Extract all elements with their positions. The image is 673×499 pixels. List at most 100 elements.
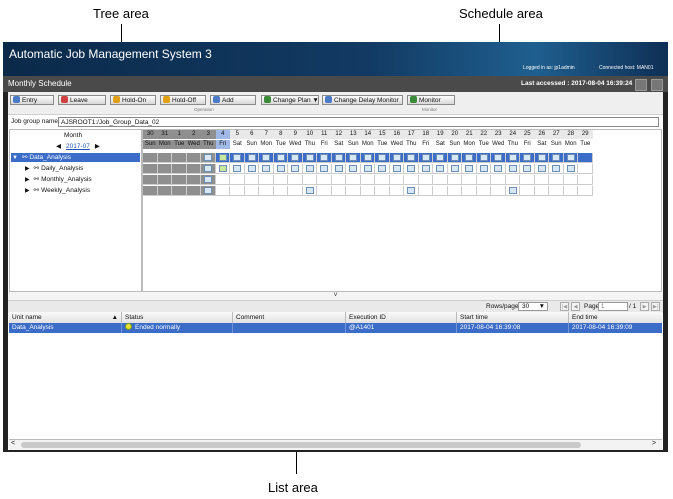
schedule-cell[interactable]	[462, 164, 477, 174]
schedule-cell[interactable]	[259, 164, 274, 174]
schedule-cell[interactable]	[288, 153, 303, 163]
schedule-cell[interactable]	[360, 186, 375, 196]
refresh-icon[interactable]	[635, 79, 647, 91]
schedule-cell[interactable]	[389, 164, 404, 174]
monitor-button[interactable]: Monitor	[407, 95, 455, 105]
schedule-mark[interactable]	[436, 165, 444, 172]
schedule-mark[interactable]	[204, 165, 212, 172]
schedule-mark[interactable]	[218, 165, 227, 172]
schedule-cell[interactable]	[491, 175, 506, 185]
schedule-cell[interactable]	[418, 164, 433, 174]
schedule-mark[interactable]	[204, 154, 212, 161]
schedule-cell[interactable]	[578, 186, 593, 196]
schedule-mark[interactable]	[291, 165, 299, 172]
schedule-cell[interactable]	[476, 175, 491, 185]
col-comment[interactable]: Comment	[233, 312, 346, 323]
schedule-mark[interactable]	[378, 154, 386, 161]
schedule-mark[interactable]	[334, 154, 343, 161]
schedule-mark[interactable]	[320, 165, 328, 172]
schedule-cell[interactable]	[433, 164, 448, 174]
schedule-cell[interactable]	[404, 164, 419, 174]
schedule-cell[interactable]	[172, 164, 187, 174]
expand-down-icon[interactable]: ▼	[12, 155, 18, 161]
schedule-cell[interactable]	[404, 175, 419, 185]
schedule-mark[interactable]	[349, 165, 357, 172]
hold-off-button[interactable]: Hold-Off	[160, 95, 206, 105]
schedule-cell[interactable]	[201, 186, 216, 196]
schedule-cell[interactable]	[157, 175, 172, 185]
schedule-cell[interactable]	[230, 164, 245, 174]
schedule-cell[interactable]	[186, 175, 201, 185]
schedule-mark[interactable]	[392, 154, 401, 161]
schedule-cell[interactable]	[505, 164, 520, 174]
tree-item[interactable]: ▼ ⚯ Data_Analysis	[11, 153, 140, 162]
schedule-mark[interactable]	[494, 165, 502, 172]
schedule-mark[interactable]	[363, 165, 372, 172]
schedule-mark[interactable]	[305, 154, 314, 161]
schedule-cell[interactable]	[476, 164, 491, 174]
change-plan-button[interactable]: Change Plan ▼	[261, 95, 319, 105]
schedule-cell[interactable]	[201, 175, 216, 185]
change-delay-monitor-button[interactable]: Change Delay Monitor	[322, 95, 403, 105]
schedule-mark[interactable]	[523, 154, 531, 161]
schedule-cell[interactable]	[317, 186, 332, 196]
schedule-cell[interactable]	[302, 164, 317, 174]
next-page-icon[interactable]: ▶	[640, 302, 649, 311]
prev-page-icon[interactable]: ◀	[571, 302, 580, 311]
tree-item[interactable]: ▶ ⚯ Monthly_Analysis	[11, 175, 140, 184]
schedule-cell[interactable]	[549, 164, 564, 174]
schedule-mark[interactable]	[465, 154, 473, 161]
schedule-cell[interactable]	[447, 164, 462, 174]
schedule-mark[interactable]	[450, 154, 459, 161]
schedule-cell[interactable]	[563, 186, 578, 196]
schedule-cell[interactable]	[462, 153, 477, 163]
tree-item[interactable]: ▶ ⚯ Daily_Analysis	[11, 164, 140, 173]
col-status[interactable]: Status	[122, 312, 233, 323]
schedule-cell[interactable]	[143, 186, 158, 196]
schedule-cell[interactable]	[215, 153, 230, 163]
schedule-mark[interactable]	[276, 165, 285, 172]
schedule-mark[interactable]	[378, 165, 386, 172]
schedule-cell[interactable]	[215, 186, 230, 196]
schedule-cell[interactable]	[505, 175, 520, 185]
schedule-cell[interactable]	[157, 153, 172, 163]
schedule-cell[interactable]	[375, 153, 390, 163]
schedule-mark[interactable]	[305, 187, 314, 194]
schedule-cell[interactable]	[244, 186, 259, 196]
schedule-cell[interactable]	[259, 186, 274, 196]
schedule-cell[interactable]	[433, 186, 448, 196]
schedule-mark[interactable]	[407, 154, 415, 161]
schedule-cell[interactable]	[534, 164, 549, 174]
schedule-cell[interactable]	[447, 175, 462, 185]
schedule-cell[interactable]	[375, 164, 390, 174]
schedule-cell[interactable]	[404, 153, 419, 163]
schedule-cell[interactable]	[476, 186, 491, 196]
schedule-cell[interactable]	[302, 186, 317, 196]
schedule-mark[interactable]	[204, 176, 212, 183]
schedule-cell[interactable]	[360, 153, 375, 163]
schedule-cell[interactable]	[302, 153, 317, 163]
schedule-mark[interactable]	[479, 165, 488, 172]
schedule-cell[interactable]	[360, 175, 375, 185]
schedule-mark[interactable]	[320, 154, 328, 161]
hold-on-button[interactable]: Hold-On	[110, 95, 156, 105]
schedule-cell[interactable]	[578, 164, 593, 174]
schedule-cell[interactable]	[563, 175, 578, 185]
schedule-mark[interactable]	[233, 154, 241, 161]
schedule-cell[interactable]	[157, 164, 172, 174]
schedule-mark[interactable]	[465, 165, 473, 172]
entry-button[interactable]: Entry	[10, 95, 54, 105]
schedule-cell[interactable]	[331, 153, 346, 163]
horizontal-scrollbar[interactable]: < >	[9, 440, 662, 450]
schedule-cell[interactable]	[273, 186, 288, 196]
tree-item[interactable]: ▶ ⚯ Weekly_Analysis	[11, 186, 140, 195]
schedule-cell[interactable]	[143, 164, 158, 174]
schedule-cell[interactable]	[346, 153, 361, 163]
schedule-mark[interactable]	[291, 154, 299, 161]
schedule-cell[interactable]	[505, 186, 520, 196]
close-icon[interactable]	[651, 79, 663, 91]
schedule-cell[interactable]	[433, 175, 448, 185]
schedule-cell[interactable]	[157, 186, 172, 196]
schedule-cell[interactable]	[201, 153, 216, 163]
scroll-left-icon[interactable]: <	[11, 440, 15, 447]
